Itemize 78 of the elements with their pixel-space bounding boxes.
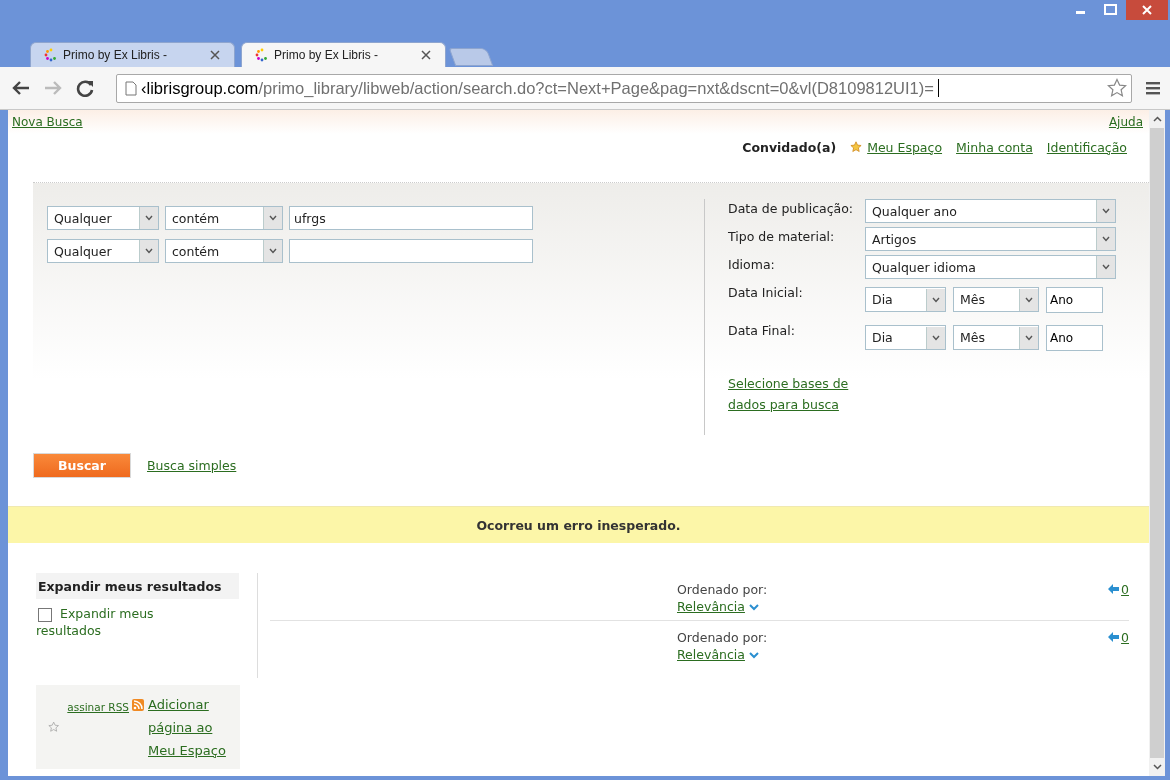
chevron-down-icon xyxy=(932,334,940,341)
scroll-down-icon[interactable] xyxy=(1152,764,1162,770)
dropdown[interactable]: Qualquer xyxy=(47,206,159,230)
filter-label: Tipo de material: xyxy=(728,228,836,244)
star-icon xyxy=(850,141,863,153)
dropdown[interactable]: Artigos xyxy=(865,227,1116,251)
left-arrow-icon xyxy=(1108,584,1120,594)
tab-title: Primo by Ex Libris - xyxy=(274,48,380,62)
help-link[interactable]: Ajuda xyxy=(1108,115,1143,129)
chevron-down-icon xyxy=(1102,264,1110,270)
sort-label: Ordenado por: xyxy=(677,629,768,646)
dropdown[interactable]: Mês xyxy=(953,325,1039,350)
url-text: ‹librisgroup.com/primo_library/libweb/action/search.do?ct=Next+Page&pag=nxt&dscnt=0&vl(D8109812UI1)= xyxy=(141,78,934,98)
dropdown[interactable]: Qualquer ano xyxy=(865,199,1116,223)
new-search-link[interactable]: Nova Busca xyxy=(12,115,83,129)
favicon-icon xyxy=(43,48,57,62)
dropdown[interactable]: Qualquer xyxy=(47,239,159,263)
back-arrow-icon[interactable] xyxy=(12,80,30,96)
chevron-down-icon xyxy=(269,215,277,221)
dropdown[interactable]: Mês xyxy=(953,287,1039,312)
tab-title: Primo by Ex Libris - xyxy=(63,48,169,62)
rss-link[interactable]: assinar RSS xyxy=(67,695,129,719)
scroll-up-icon[interactable] xyxy=(1152,116,1162,122)
reload-icon[interactable] xyxy=(76,79,94,97)
close-icon[interactable] xyxy=(210,50,220,60)
account-link[interactable]: Minha conta xyxy=(956,139,1033,155)
chevron-down-icon xyxy=(1102,236,1110,242)
sort-dropdown-link[interactable]: Relevância xyxy=(677,646,745,664)
chevron-down-icon xyxy=(145,215,153,221)
search-field[interactable]: ufrgs xyxy=(289,206,533,230)
browser-tab[interactable]: Primo by Ex Libris - xyxy=(241,42,446,67)
sort-dropdown-link[interactable]: Relevância xyxy=(677,598,745,616)
search-field[interactable] xyxy=(289,239,533,263)
year-field[interactable]: Ano xyxy=(1046,324,1103,351)
dropdown[interactable]: Dia xyxy=(865,325,946,350)
simple-search-link[interactable]: Busca simples xyxy=(147,457,237,473)
close-icon[interactable] xyxy=(421,50,431,60)
account-link[interactable]: Identificação xyxy=(1046,139,1127,155)
sort-label: Ordenado por: xyxy=(677,581,768,598)
scrollbar[interactable] xyxy=(1149,110,1165,776)
filter-label: Idioma: xyxy=(728,256,776,272)
address-bar[interactable]: ‹librisgroup.com/primo_library/libweb/action/search.do?ct=Next+Page&pag=nxt&dscnt=0&vl(D8109812UI1)= xyxy=(116,73,1132,103)
error-message: Ocorreu um erro inesperado. xyxy=(476,517,681,533)
dropdown[interactable]: contém xyxy=(165,239,283,263)
menu-icon[interactable] xyxy=(1146,81,1160,95)
previous-page-link[interactable]: 0 xyxy=(1108,581,1129,597)
scrollbar-thumb[interactable] xyxy=(1150,128,1164,758)
chevron-down-icon xyxy=(748,651,759,659)
databases-link[interactable]: Selecione bases de dados para busca xyxy=(728,373,868,415)
checkbox-label[interactable]: Expandir meus resultados xyxy=(36,605,211,639)
star-icon xyxy=(48,721,60,733)
chevron-down-icon xyxy=(932,296,940,303)
dropdown[interactable]: Dia xyxy=(865,287,946,312)
rss-icon xyxy=(132,698,144,711)
close-icon[interactable] xyxy=(1126,0,1168,20)
chevron-down-icon xyxy=(1025,334,1033,341)
chevron-down-icon xyxy=(1102,208,1110,214)
left-arrow-icon xyxy=(1108,632,1120,642)
filter-label: Data Inicial: xyxy=(728,284,804,300)
chevron-down-icon xyxy=(145,248,153,254)
filter-label: Data de publicação: xyxy=(728,200,855,216)
dropdown[interactable]: Qualquer idioma xyxy=(865,255,1116,279)
page-icon xyxy=(125,80,137,96)
dropdown[interactable]: contém xyxy=(165,206,283,230)
chevron-down-icon xyxy=(1025,296,1033,303)
chevron-down-icon xyxy=(748,603,759,611)
add-page-link[interactable]: Adicionar página ao Meu Espaço xyxy=(148,692,240,762)
favicon-icon xyxy=(254,48,268,62)
previous-page-link[interactable]: 0 xyxy=(1108,629,1129,645)
year-field[interactable]: Ano xyxy=(1046,286,1103,313)
chevron-down-icon xyxy=(269,248,277,254)
guest-label: Convidado(a) xyxy=(742,139,837,155)
filter-label: Data Final: xyxy=(728,322,796,338)
checkbox[interactable] xyxy=(38,608,52,622)
sidebar-heading: Expandir meus resultados xyxy=(36,573,239,599)
star-icon[interactable] xyxy=(1107,78,1127,98)
account-link[interactable]: Meu Espaço xyxy=(867,139,943,155)
browser-tab[interactable]: Primo by Ex Libris - xyxy=(30,42,235,67)
